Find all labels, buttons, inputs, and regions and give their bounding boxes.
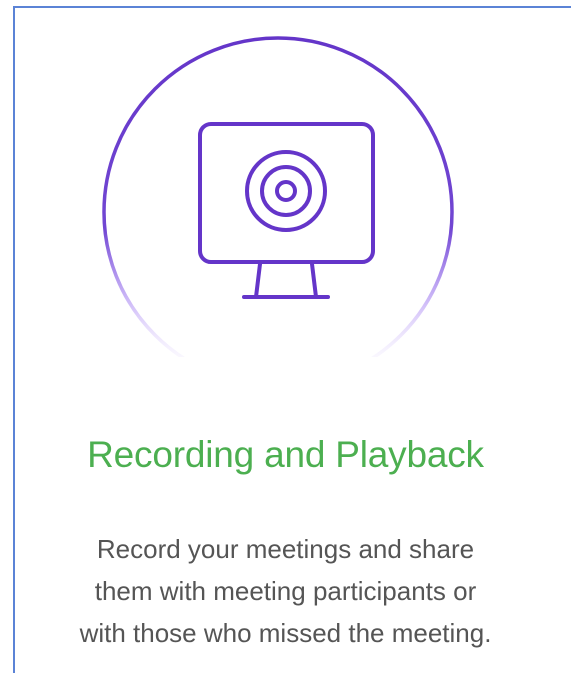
monitor-record-icon	[102, 36, 454, 357]
monitor-stand-right	[310, 262, 318, 299]
record-outer-ring	[245, 150, 327, 232]
feature-title: Recording and Playback	[87, 434, 484, 475]
feature-description: Record your meetings and share them with…	[0, 528, 571, 654]
record-middle-ring	[260, 165, 312, 217]
record-center-dot	[275, 180, 297, 202]
description-line: with those who missed the meeting.	[79, 618, 492, 648]
monitor-stand-left	[254, 262, 262, 299]
description-line: them with meeting participants or	[94, 576, 477, 606]
description-line: Record your meetings and share	[96, 534, 475, 564]
monitor-screen-outline	[198, 122, 375, 264]
recording-icon-graphic	[92, 27, 464, 357]
